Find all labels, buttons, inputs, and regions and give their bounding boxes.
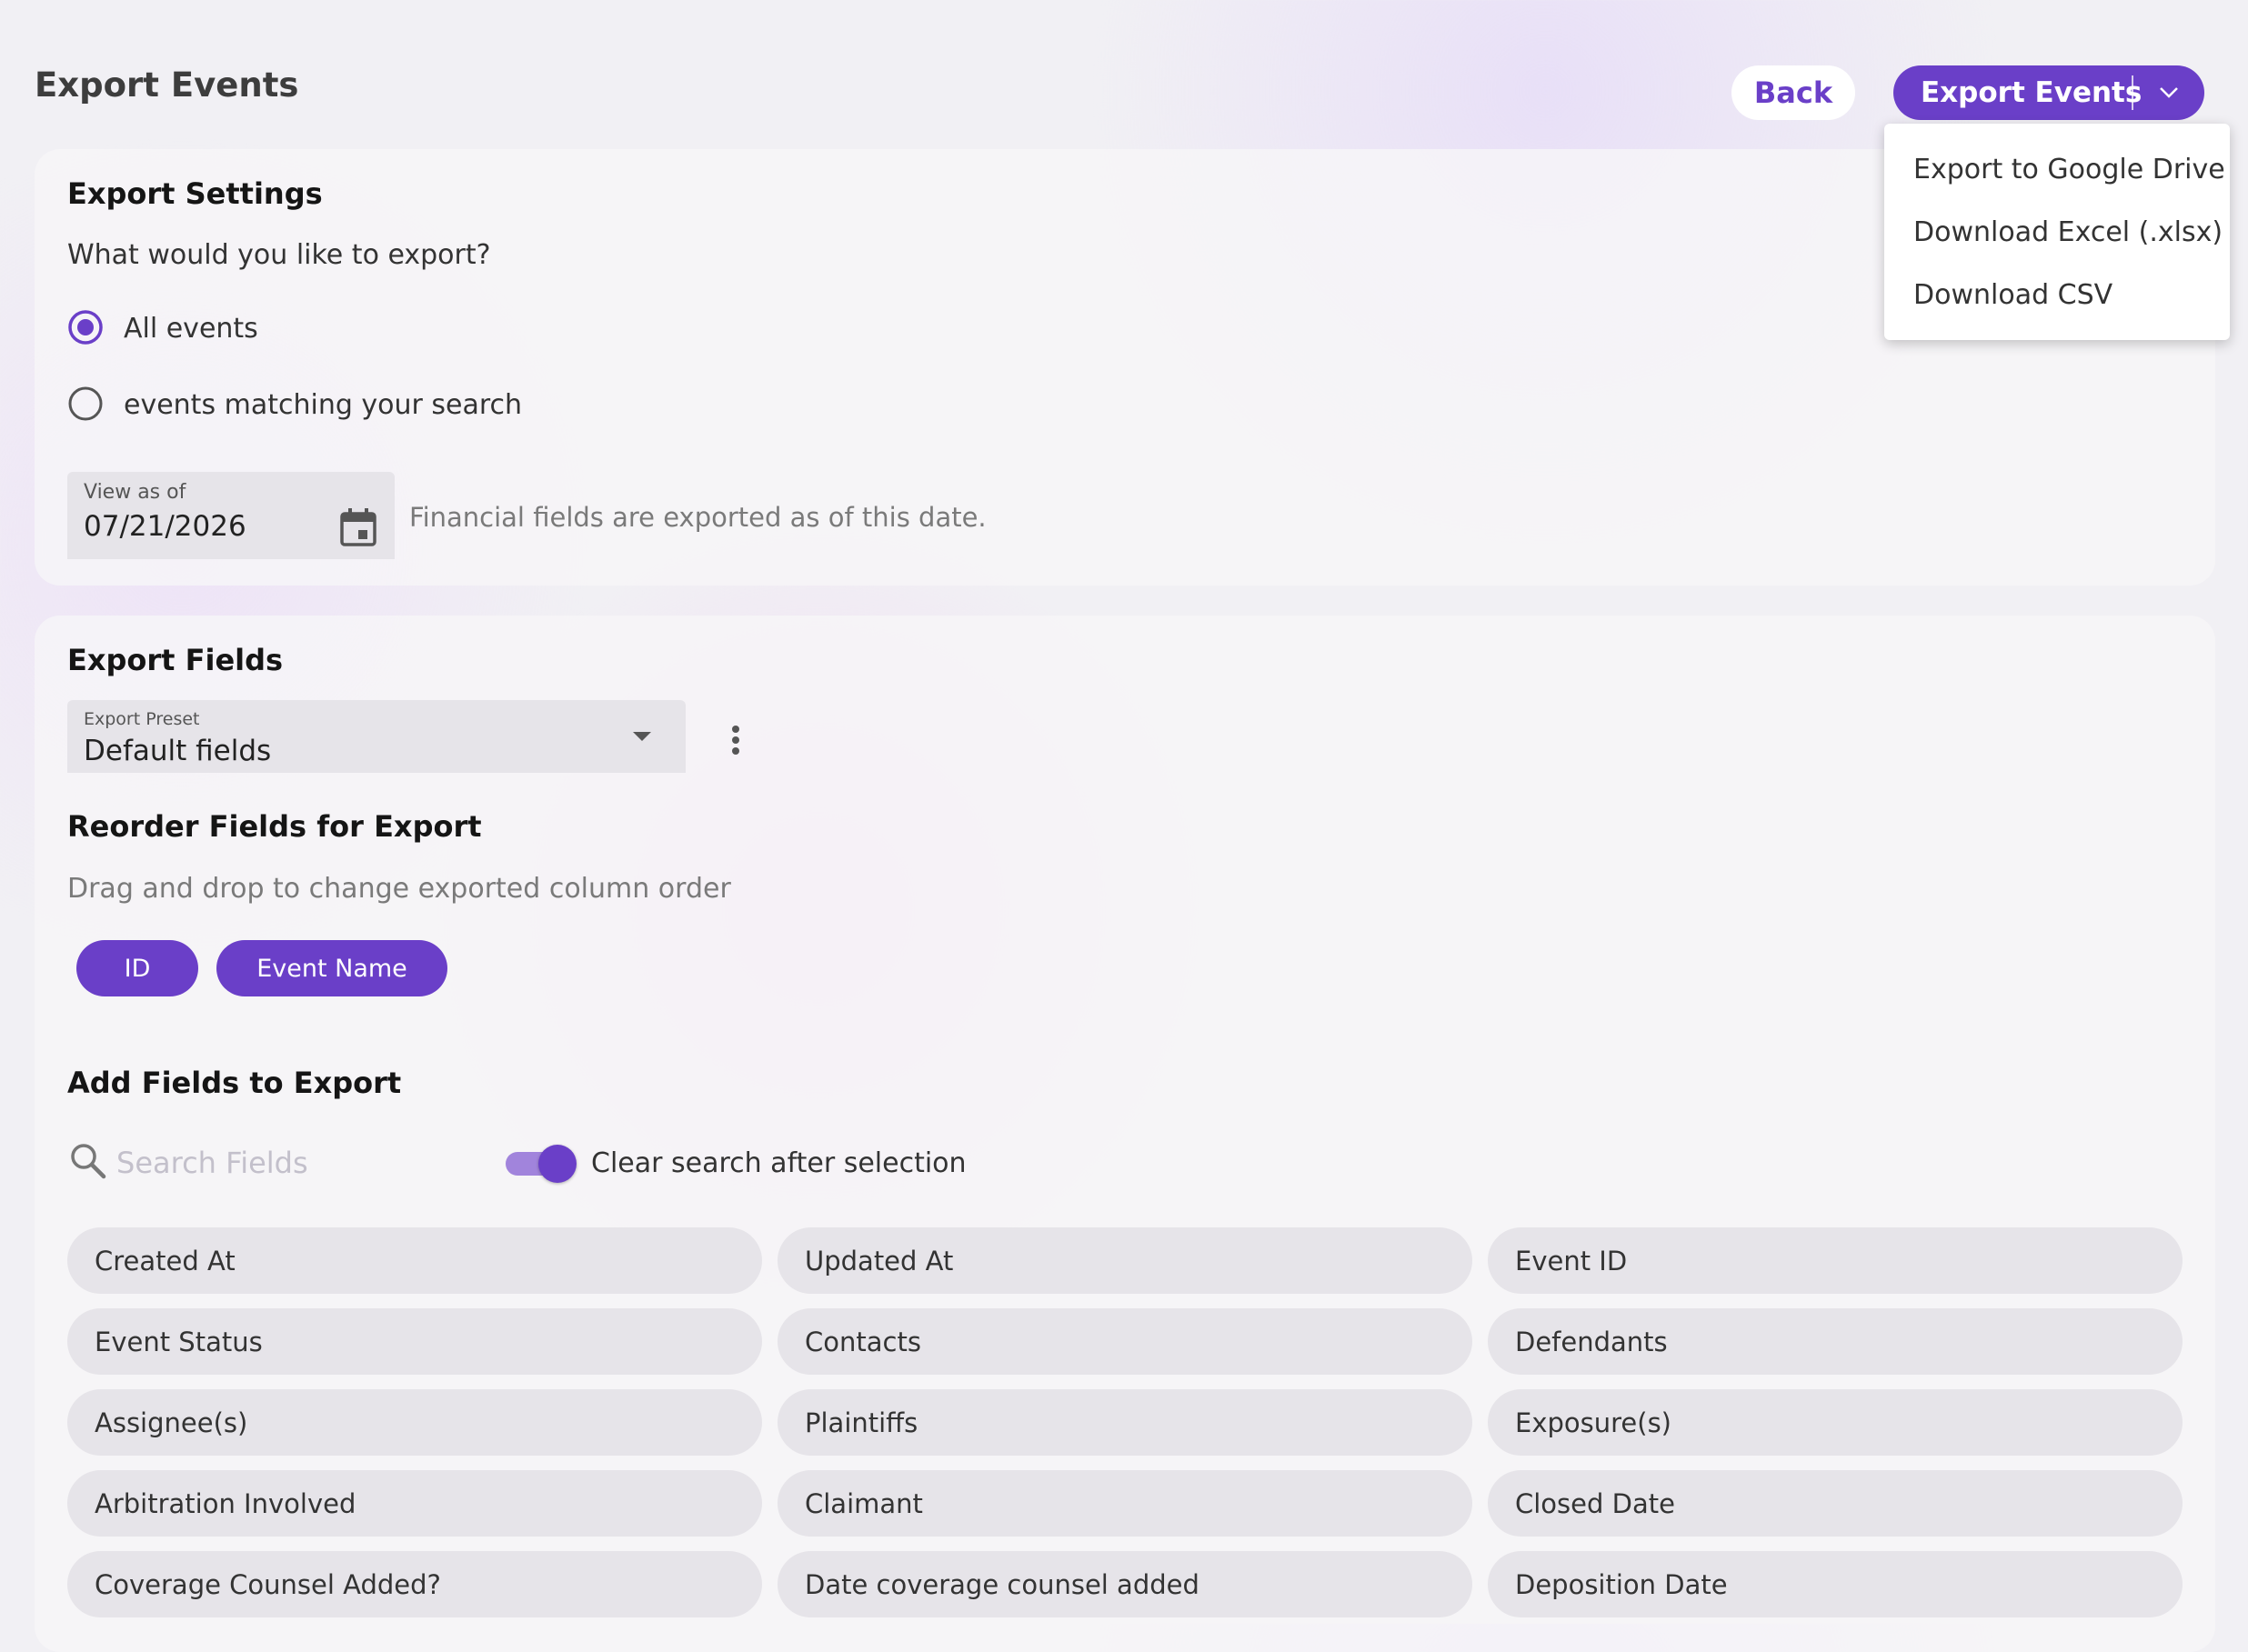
field-option[interactable]: Exposure(s)	[1488, 1389, 2183, 1456]
export-events-label[interactable]: Export Events	[1893, 76, 2142, 109]
export-menu: Export to Google Drive Download Excel (.…	[1884, 124, 2230, 340]
field-option[interactable]: Contacts	[778, 1308, 1472, 1375]
reorder-hint: Drag and drop to change exported column …	[67, 873, 731, 905]
selected-field-chip-id[interactable]: ID	[76, 940, 198, 996]
menu-item-download-csv[interactable]: Download CSV	[1913, 279, 2113, 311]
export-question: What would you like to export?	[67, 239, 491, 271]
date-field-label: View as of	[84, 481, 186, 504]
field-option[interactable]: Date coverage counsel added	[778, 1551, 1472, 1617]
clear-search-toggle[interactable]	[506, 1145, 577, 1183]
dropdown-arrow-icon[interactable]	[631, 729, 653, 744]
field-option[interactable]: Deposition Date	[1488, 1551, 2183, 1617]
field-option[interactable]: Claimant	[778, 1470, 1472, 1537]
field-option[interactable]: Updated At	[778, 1227, 1472, 1294]
field-option[interactable]: Closed Date	[1488, 1470, 2183, 1537]
date-field-value[interactable]: 07/21/2026	[84, 510, 246, 543]
search-icon	[71, 1144, 106, 1179]
available-fields-grid: Created At Updated At Event ID Event Sta…	[67, 1227, 2186, 1617]
field-option[interactable]: Plaintiffs	[778, 1389, 1472, 1456]
more-options-icon[interactable]	[722, 724, 749, 764]
field-option[interactable]: Coverage Counsel Added?	[67, 1551, 762, 1617]
add-fields-title: Add Fields to Export	[67, 1066, 402, 1100]
radio-label-matching-search[interactable]: events matching your search	[124, 389, 522, 421]
selected-field-chip-event-name[interactable]: Event Name	[216, 940, 447, 996]
field-option[interactable]: Created At	[67, 1227, 762, 1294]
calendar-icon[interactable]	[338, 506, 378, 548]
menu-item-download-excel[interactable]: Download Excel (.xlsx)	[1913, 216, 2223, 248]
page-title: Export Events	[35, 65, 299, 105]
toggle-label: Clear search after selection	[591, 1147, 967, 1179]
export-settings-title: Export Settings	[67, 176, 323, 211]
field-option[interactable]: Event ID	[1488, 1227, 2183, 1294]
menu-item-google-drive[interactable]: Export to Google Drive	[1913, 154, 2225, 185]
date-hint: Financial fields are exported as of this…	[409, 502, 987, 533]
field-option[interactable]: Assignee(s)	[67, 1389, 762, 1456]
toggle-thumb[interactable]	[538, 1145, 577, 1183]
field-option[interactable]: Arbitration Involved	[67, 1470, 762, 1537]
radio-all-events[interactable]	[67, 309, 104, 345]
export-dropdown-toggle[interactable]	[2133, 85, 2204, 100]
search-fields-input[interactable]	[116, 1140, 444, 1186]
export-fields-title: Export Fields	[67, 643, 284, 677]
radio-checked-icon	[68, 310, 103, 345]
preset-value[interactable]: Default fields	[84, 735, 271, 767]
export-events-button[interactable]: Export Events	[1893, 65, 2204, 120]
radio-label-all-events[interactable]: All events	[124, 313, 258, 345]
field-option[interactable]: Event Status	[67, 1308, 762, 1375]
chevron-down-icon	[2160, 87, 2178, 98]
field-option[interactable]: Defendants	[1488, 1308, 2183, 1375]
radio-matching-search[interactable]	[67, 385, 104, 422]
reorder-title: Reorder Fields for Export	[67, 809, 482, 844]
preset-label: Export Preset	[84, 709, 200, 729]
back-button[interactable]: Back	[1731, 65, 1855, 120]
radio-unchecked-icon	[68, 386, 103, 421]
export-preset-select[interactable]: Export Preset Default fields	[67, 700, 686, 773]
view-as-of-date-field[interactable]: View as of 07/21/2026	[67, 472, 395, 559]
